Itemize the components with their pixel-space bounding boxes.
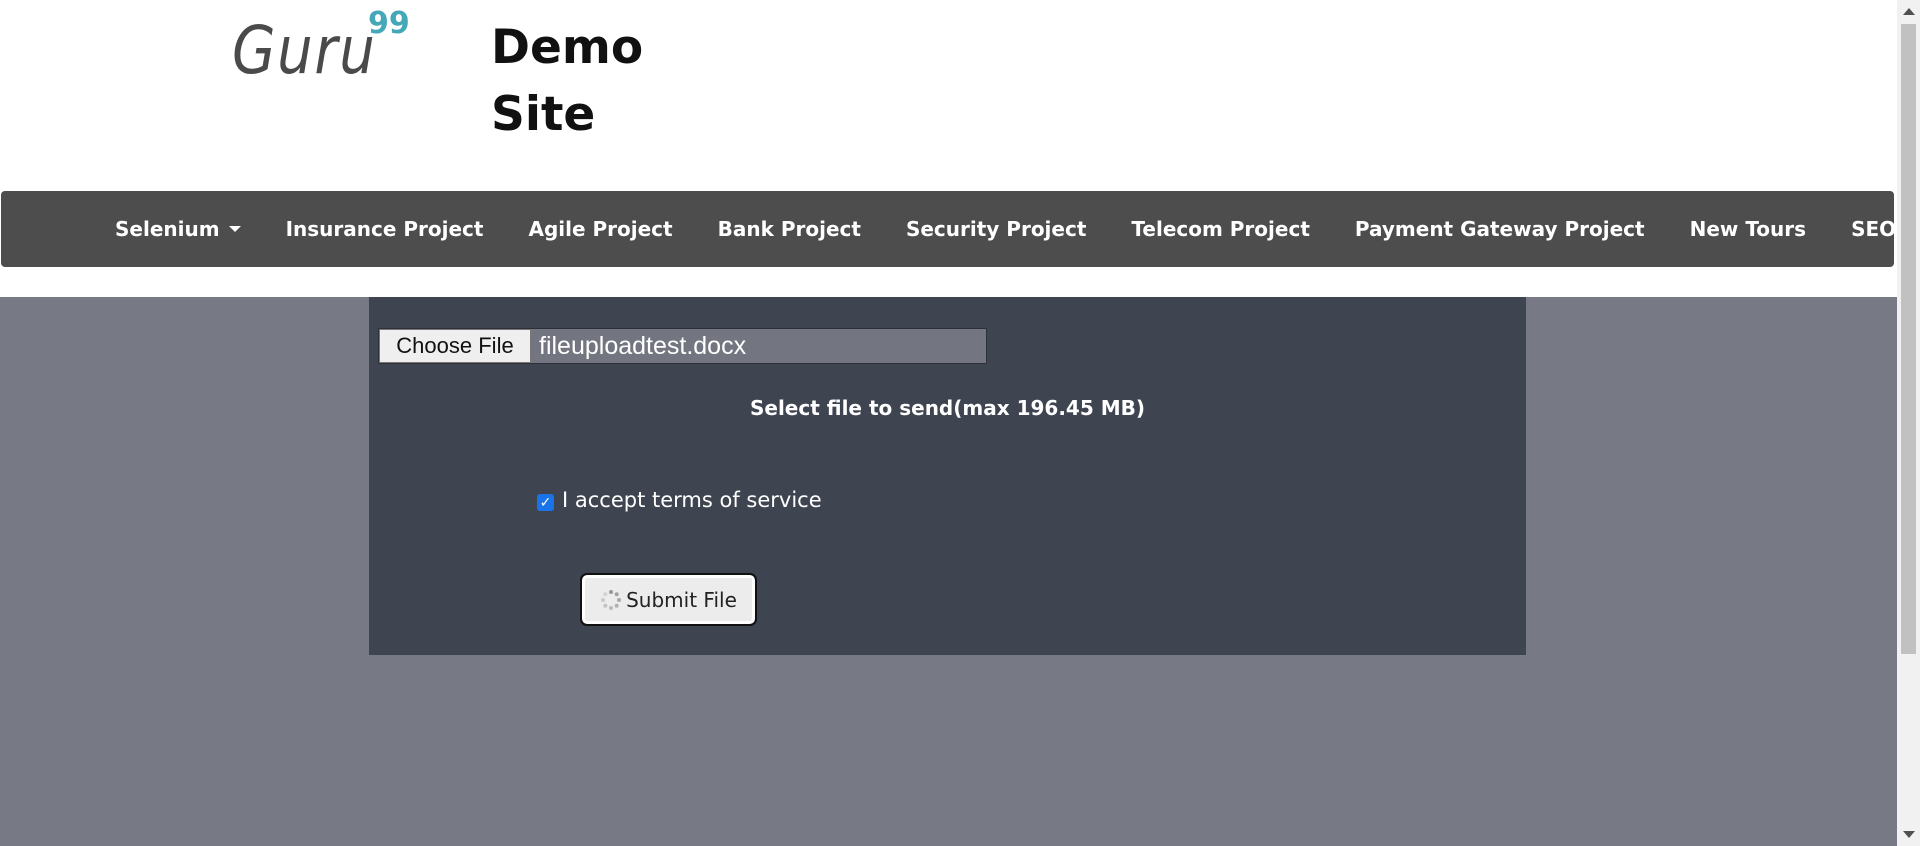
site-title-line2: Site	[491, 87, 596, 142]
scrollbar-thumb[interactable]	[1901, 24, 1916, 654]
submit-file-button[interactable]: Submit File	[580, 573, 757, 626]
nav-item-new-tours[interactable]: New Tours	[1690, 217, 1806, 241]
site-title-line1: Demo	[491, 20, 644, 75]
nav-item-telecom-project[interactable]: Telecom Project	[1131, 217, 1309, 241]
nav-item-bank-project[interactable]: Bank Project	[718, 217, 861, 241]
caret-down-icon	[228, 226, 241, 232]
logo-superscript: 99	[368, 6, 410, 41]
selected-file-name: fileuploadtest.docx	[539, 331, 747, 360]
submit-button-content: Submit File	[600, 588, 737, 612]
submit-button-label: Submit File	[626, 587, 737, 612]
guru99-logo[interactable]: Guru	[232, 12, 376, 89]
nav-item-label: Selenium	[115, 217, 220, 241]
nav-item-selenium[interactable]: Selenium	[115, 217, 241, 241]
main-navbar: Selenium Insurance Project Agile Project…	[1, 191, 1918, 267]
site-title: Demo Site	[491, 14, 643, 148]
scroll-up-arrow-icon[interactable]	[1903, 8, 1915, 15]
loading-spinner-icon	[601, 589, 622, 610]
nav-item-label: SEO	[1851, 217, 1897, 241]
choose-file-button[interactable]: Choose File	[379, 329, 531, 363]
nav-item-agile-project[interactable]: Agile Project	[528, 217, 672, 241]
vertical-scrollbar[interactable]	[1897, 0, 1920, 846]
file-input[interactable]: Choose File fileuploadtest.docx	[378, 328, 987, 364]
check-icon: ✓	[539, 494, 552, 511]
site-header: Guru 99 Demo Site	[0, 0, 1897, 190]
nav-item-insurance-project[interactable]: Insurance Project	[286, 217, 484, 241]
terms-checkbox[interactable]: ✓	[537, 494, 554, 511]
terms-row: ✓ I accept terms of service	[537, 488, 822, 512]
scroll-down-arrow-icon[interactable]	[1903, 831, 1915, 838]
upload-hint: Select file to send(max 196.45 MB)	[749, 396, 1146, 420]
nav-item-payment-gateway-project[interactable]: Payment Gateway Project	[1355, 217, 1645, 241]
nav-item-security-project[interactable]: Security Project	[906, 217, 1086, 241]
terms-label: I accept terms of service	[562, 488, 822, 512]
